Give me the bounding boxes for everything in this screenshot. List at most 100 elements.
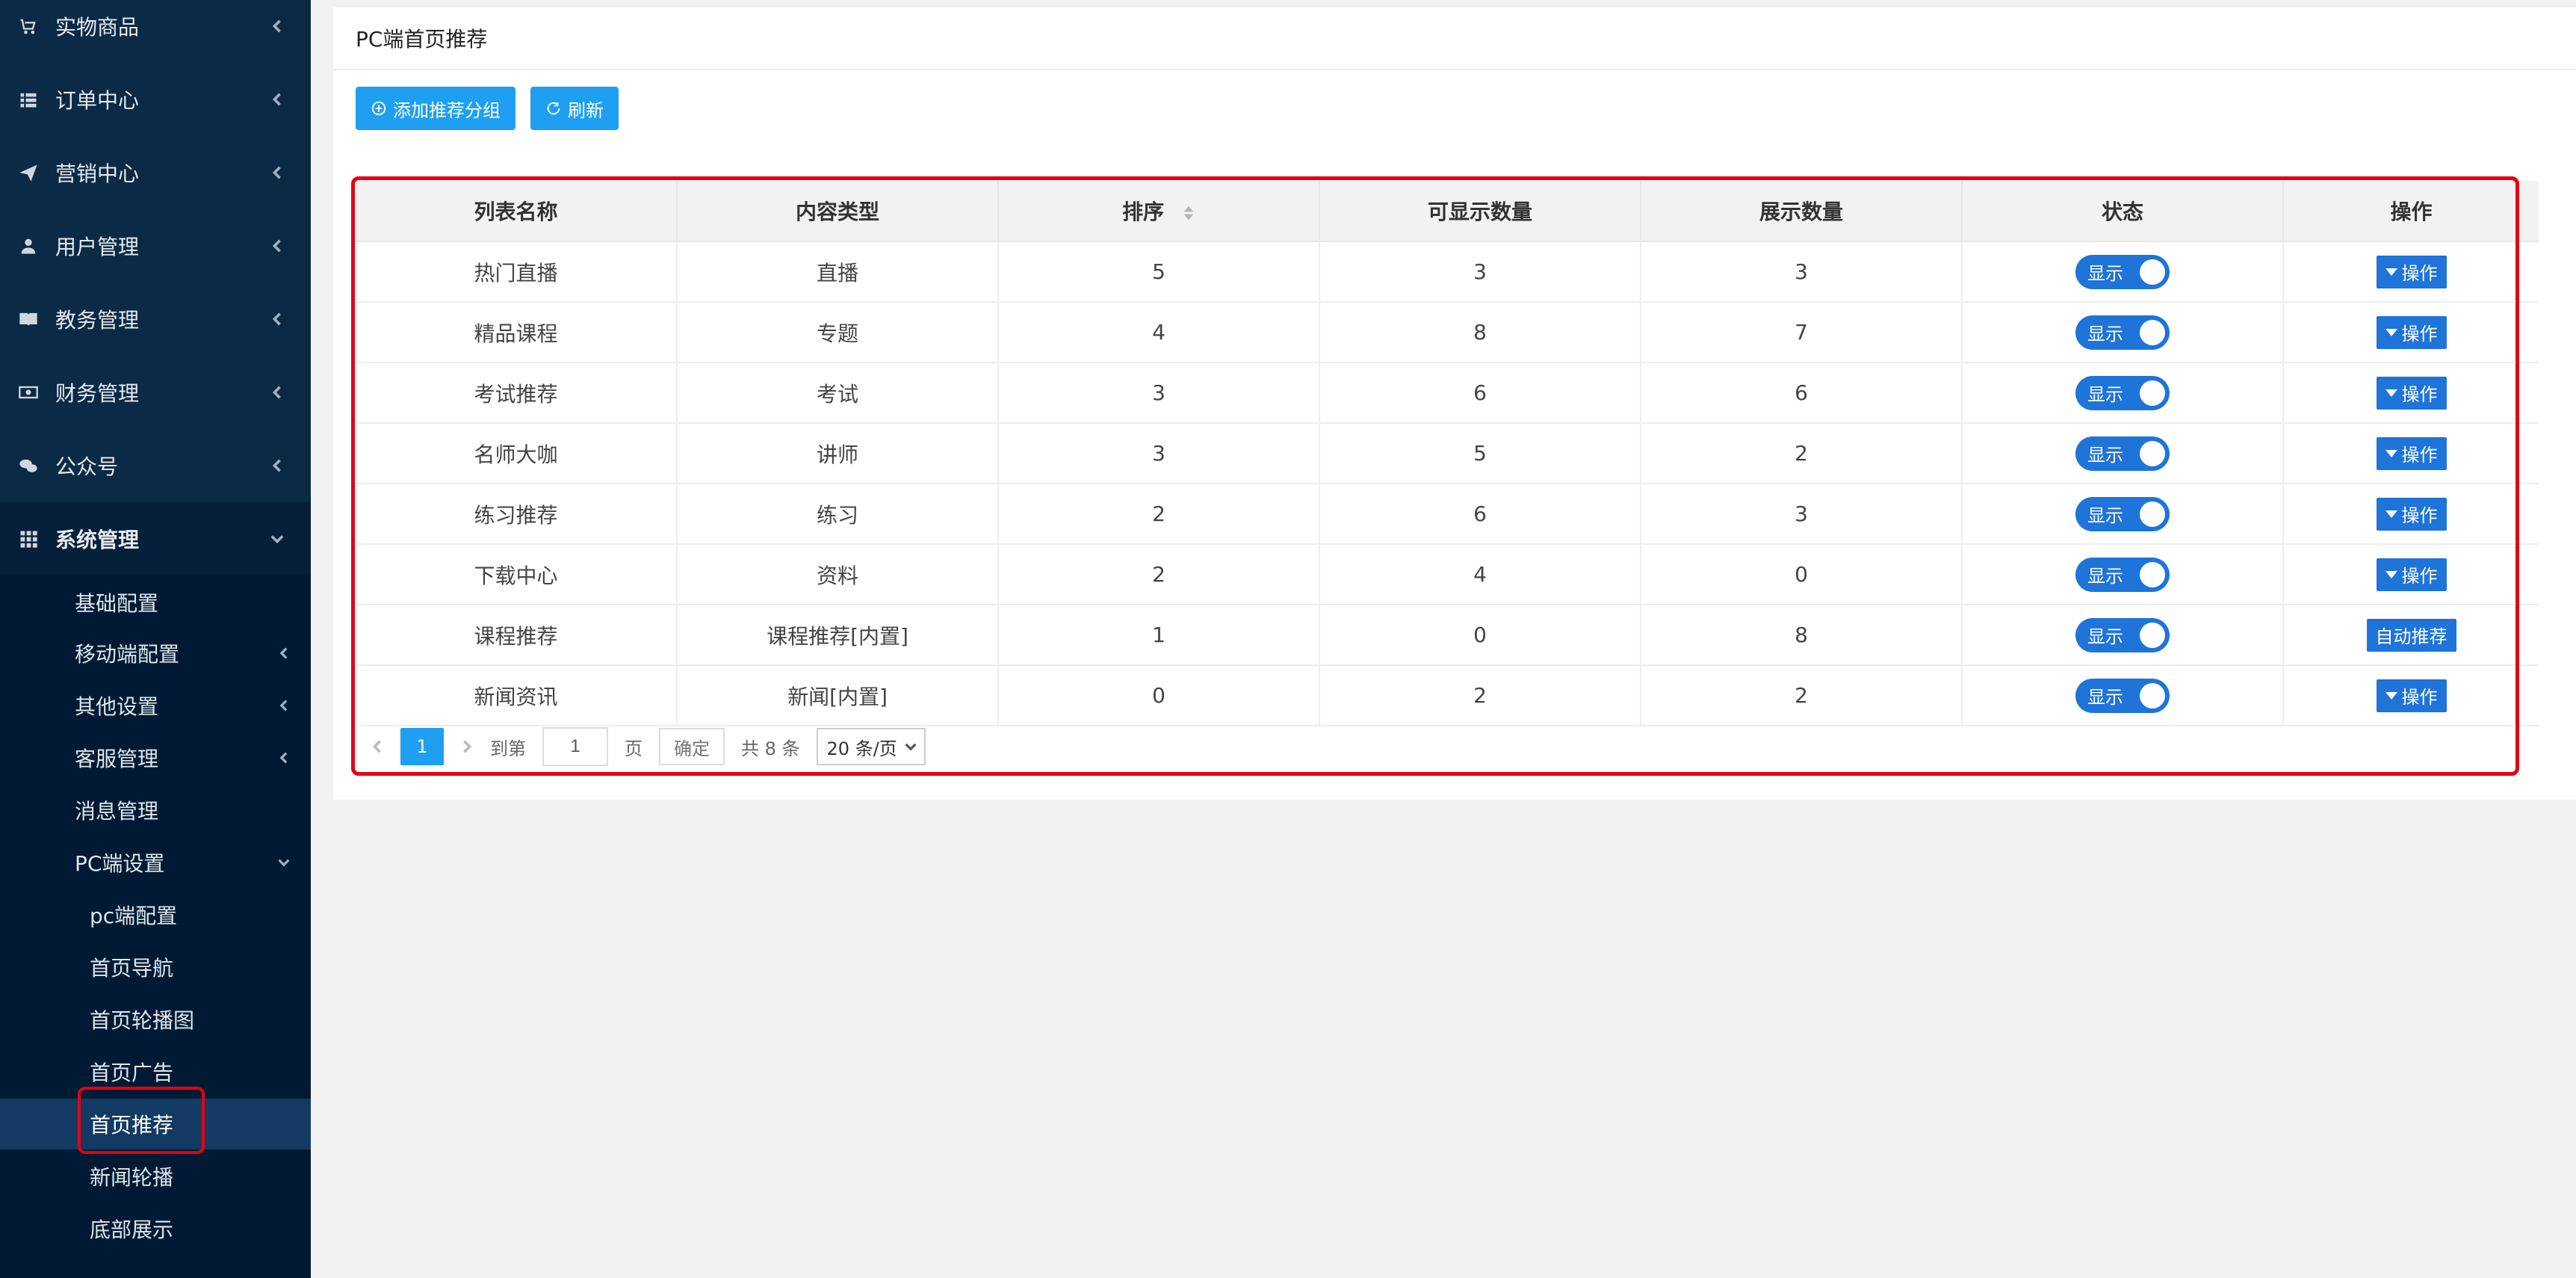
cell-type: 资料 xyxy=(677,544,999,605)
col-header-actions: 操作 xyxy=(2283,181,2539,242)
nav-sub2-label: 底部展示 xyxy=(90,1217,174,1242)
actions-label: 操作 xyxy=(2401,687,2438,708)
page-number-current[interactable]: 1 xyxy=(400,728,444,765)
actions-dropdown-button[interactable]: 操作 xyxy=(2376,255,2447,288)
cell-visible: 3 xyxy=(1319,241,1641,303)
paper-plane-icon xyxy=(19,164,37,182)
status-toggle[interactable]: 显示 xyxy=(2075,375,2170,410)
chevron-left-icon xyxy=(272,386,281,399)
cell-visible: 6 xyxy=(1319,484,1641,545)
cell-order: 0 xyxy=(998,665,1320,726)
nav-item-marketing-center[interactable]: 营销中心 xyxy=(0,136,311,209)
nav-sub-mobile-config[interactable]: 移动端配置 xyxy=(0,628,311,679)
cell-name: 课程推荐 xyxy=(356,605,678,666)
nav-sub2-pc-config[interactable]: pc端配置 xyxy=(0,889,311,940)
confirm-label: 确定 xyxy=(674,738,710,759)
table-row: 名师大咖 讲师 3 5 2 显示 操作 xyxy=(356,423,2539,484)
chevron-left-icon xyxy=(272,93,281,106)
col-header-order[interactable]: 排序 xyxy=(998,181,1320,242)
status-toggle-label: 显示 xyxy=(2087,687,2123,708)
status-toggle-label: 显示 xyxy=(2087,566,2123,587)
page-title-text: PC端首页推荐 xyxy=(356,27,488,52)
cell-shown: 3 xyxy=(1641,241,1963,303)
nav-sub-message-management[interactable]: 消息管理 xyxy=(0,785,311,836)
nav-sub2-footer-display[interactable]: 底部展示 xyxy=(0,1203,311,1254)
cell-type: 直播 xyxy=(677,241,999,303)
cell-status: 显示 xyxy=(1962,362,2284,424)
pagination: 1 到第 页 确定 共 8 条 20 条/页 xyxy=(356,720,2539,773)
nav-sub-pc-settings[interactable]: PC端设置 xyxy=(0,837,311,888)
status-toggle[interactable]: 显示 xyxy=(2075,557,2170,592)
nav-item-academic-management[interactable]: 教务管理 xyxy=(0,283,311,356)
caret-down-icon xyxy=(2385,328,2397,336)
nav-item-physical-goods[interactable]: 实物商品 xyxy=(0,0,311,63)
status-toggle-label: 显示 xyxy=(2087,626,2123,647)
next-page-icon[interactable] xyxy=(460,740,474,753)
prev-page-icon[interactable] xyxy=(371,740,384,753)
sort-icon[interactable] xyxy=(1182,205,1195,221)
table-row: 考试推荐 考试 3 6 6 显示 操作 xyxy=(356,362,2539,424)
actions-label: 操作 xyxy=(2401,324,2438,345)
table-row: 课程推荐 课程推荐[内置] 1 0 8 显示 自动推荐 xyxy=(356,605,2539,666)
status-toggle[interactable]: 显示 xyxy=(2075,617,2170,652)
nav-sub2-label: 首页广告 xyxy=(90,1061,174,1085)
cell-status: 显示 xyxy=(1962,665,2284,726)
recommend-table: 列表名称 内容类型 排序 可显示数量 展示数量 状态 操作 热门直播 直播 5 … xyxy=(356,181,2539,726)
cell-shown: 7 xyxy=(1641,302,1963,363)
col-header-shown-count: 展示数量 xyxy=(1641,181,1963,242)
cell-type: 课程推荐[内置] xyxy=(677,605,999,666)
toggle-knob xyxy=(2140,622,2165,648)
status-toggle[interactable]: 显示 xyxy=(2075,315,2170,350)
nav-sub-customer-service[interactable]: 客服管理 xyxy=(0,732,311,783)
cell-order: 3 xyxy=(998,423,1320,484)
actions-dropdown-button[interactable]: 操作 xyxy=(2376,679,2447,712)
cell-name: 新闻资讯 xyxy=(356,665,678,726)
nav-item-system-management[interactable]: 系统管理 xyxy=(0,502,311,575)
actions-label: 操作 xyxy=(2401,263,2438,284)
actions-dropdown-button[interactable]: 操作 xyxy=(2376,436,2447,470)
actions-dropdown-button[interactable]: 操作 xyxy=(2376,558,2447,591)
nav-sub2-news-carousel[interactable]: 新闻轮播 xyxy=(0,1151,311,1202)
cell-shown: 2 xyxy=(1641,665,1963,726)
table-row: 精品课程 专题 4 8 7 显示 操作 xyxy=(356,302,2539,363)
cell-name: 名师大咖 xyxy=(356,423,678,484)
refresh-button[interactable]: 刷新 xyxy=(530,87,619,130)
nav-sub2-label: 新闻轮播 xyxy=(90,1165,174,1190)
nav-item-label: 用户管理 xyxy=(55,235,140,259)
actions-label: 操作 xyxy=(2401,445,2438,466)
status-toggle[interactable]: 显示 xyxy=(2075,496,2170,531)
nav-sub2-home-carousel[interactable]: 首页轮播图 xyxy=(0,994,311,1045)
actions-dropdown-button[interactable]: 操作 xyxy=(2376,315,2447,349)
table-row: 练习推荐 练习 2 6 3 显示 操作 xyxy=(356,484,2539,545)
nav-item-finance-management[interactable]: 财务管理 xyxy=(0,356,311,429)
chevron-left-icon xyxy=(272,459,281,472)
nav-item-user-management[interactable]: 用户管理 xyxy=(0,209,311,283)
page-size-select[interactable]: 20 条/页 xyxy=(816,728,926,765)
cell-status: 显示 xyxy=(1962,423,2284,484)
cell-shown: 2 xyxy=(1641,423,1963,484)
actions-dropdown-button[interactable]: 操作 xyxy=(2376,497,2447,531)
nav-item-official-account[interactable]: 公众号 xyxy=(0,429,311,502)
recommend-table-wrapper: 列表名称 内容类型 排序 可显示数量 展示数量 状态 操作 热门直播 直播 5 … xyxy=(351,176,2539,776)
add-recommend-group-label: 添加推荐分组 xyxy=(393,99,501,121)
add-recommend-group-button[interactable]: 添加推荐分组 xyxy=(356,87,515,130)
auto-recommend-button[interactable]: 自动推荐 xyxy=(2366,618,2456,652)
cell-shown: 6 xyxy=(1641,362,1963,424)
col-header-label: 展示数量 xyxy=(1759,200,1843,224)
nav-item-order-center[interactable]: 订单中心 xyxy=(0,63,311,136)
actions-dropdown-button[interactable]: 操作 xyxy=(2376,376,2447,410)
cell-type: 练习 xyxy=(677,484,999,545)
goto-confirm-button[interactable]: 确定 xyxy=(659,728,725,765)
goto-page-input[interactable] xyxy=(542,727,608,766)
nav-item-label: 财务管理 xyxy=(55,381,140,406)
status-toggle[interactable]: 显示 xyxy=(2075,436,2170,471)
plus-circle-icon xyxy=(371,101,386,116)
wechat-icon xyxy=(19,459,37,472)
cell-visible: 2 xyxy=(1319,665,1641,726)
nav-sub2-home-nav[interactable]: 首页导航 xyxy=(0,942,311,993)
status-toggle[interactable]: 显示 xyxy=(2075,678,2170,713)
nav-sub-other-settings[interactable]: 其他设置 xyxy=(0,680,311,731)
status-toggle[interactable]: 显示 xyxy=(2075,254,2170,289)
nav-sub-basic-config[interactable]: 基础配置 xyxy=(0,577,311,628)
sidebar: 实物商品 订单中心 营销中心 用户管理 教务管理 财务管理 公众号 系统管理 基… xyxy=(0,0,311,1278)
